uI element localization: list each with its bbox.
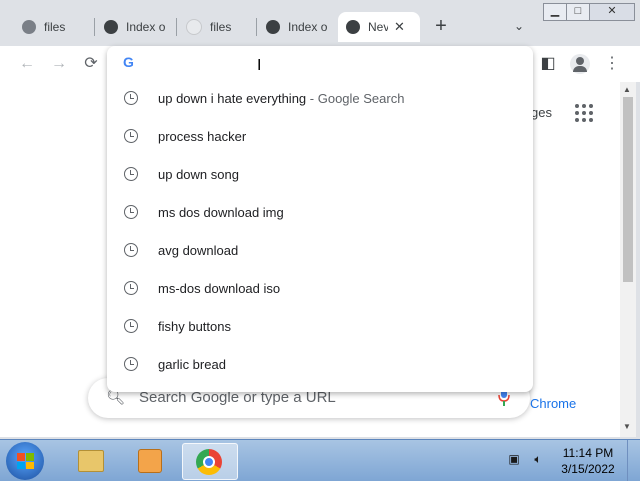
page-scrollbar[interactable]: ▲ ▼ [620,82,636,437]
browser-window: files Index o files Index o Nev ✕ + ⌄ ▁ … [0,0,640,439]
new-tab-button[interactable]: + [431,14,451,38]
history-clock-icon [124,167,138,181]
clock-time[interactable]: 11:14 PM [555,446,621,460]
suggestion-text: ms dos download img [158,205,284,220]
suggestion-text: up down song [158,167,239,182]
back-arrow-icon[interactable]: ← [15,52,39,76]
history-clock-icon [124,91,138,105]
tab-label: Nev [368,20,388,34]
google-g-icon: G [123,54,134,70]
history-clock-icon [124,319,138,333]
suggestion-item[interactable]: ms dos download img [107,194,533,232]
suggestion-text: garlic bread [158,357,226,372]
side-panel-icon[interactable]: ◧ [536,52,560,76]
minimize-button[interactable]: ▁ [543,3,567,21]
tab-label: files [210,20,232,34]
suggestion-text: fishy buttons [158,319,231,334]
suggestion-item[interactable]: up down song [107,156,533,194]
suggestion-item[interactable]: garlic bread [107,346,533,384]
tab-index-2[interactable]: Index o [244,12,332,42]
tab-index-1[interactable]: Index o [82,12,170,42]
customize-label: Chrome [530,396,577,411]
suggestion-item[interactable]: up down i hate everything - Google Searc… [107,80,533,118]
scrollbar-thumb[interactable] [623,97,633,282]
network-icon[interactable]: ▣ [507,452,521,466]
taskbar-media-player[interactable] [122,443,176,478]
tab-strip: files Index o files Index o Nev ✕ + ⌄ ▁ … [0,0,640,46]
omnibox-input[interactable] [152,52,512,74]
tab-label: Index o [288,20,328,34]
chrome-logo-icon [104,20,118,34]
suggestion-item[interactable]: fishy buttons [107,308,533,346]
reload-icon[interactable]: ⟳ [79,52,103,76]
close-window-button[interactable]: ✕ [589,3,635,21]
suggestion-item[interactable]: process hacker [107,118,533,156]
media-player-icon [138,449,162,473]
forward-arrow-icon[interactable]: → [47,52,71,76]
tab-close-icon[interactable]: ✕ [394,19,405,35]
taskbar: ▣ 🔈︎ 11:14 PM 3/15/2022 [0,439,640,481]
history-clock-icon [124,357,138,371]
text-cursor-icon: I [257,57,262,74]
globe-icon [22,20,36,34]
suggestion-item[interactable]: avg download [107,232,533,270]
tab-new-tab[interactable]: Nev ✕ [338,12,420,42]
scroll-up-arrow-icon[interactable]: ▲ [623,85,631,94]
profile-avatar-icon[interactable] [568,52,592,76]
folder-icon [78,450,104,472]
more-menu-icon[interactable]: ⋮ [600,52,624,76]
chrome-logo-icon [266,20,280,34]
history-clock-icon [124,205,138,219]
tab-files-2[interactable]: files [164,12,252,42]
omnibox-dropdown: G I up down i hate everything - Google S… [107,46,533,392]
suggestion-item[interactable]: ms-dos download iso [107,270,533,308]
history-clock-icon [124,129,138,143]
tab-files-1[interactable]: files [0,12,94,42]
show-desktop-button[interactable] [627,440,640,481]
tab-search-chevron-icon[interactable]: ⌄ [510,14,528,38]
suggestion-text: avg download [158,243,239,258]
clock-date[interactable]: 3/15/2022 [555,462,621,476]
chrome-logo-icon [196,449,222,475]
blank-page-icon [186,19,202,35]
images-link-partial[interactable]: ges [531,105,552,120]
history-clock-icon [124,243,138,257]
volume-icon[interactable]: 🔈︎ [531,452,545,466]
maximize-button[interactable]: □ [566,3,590,21]
history-clock-icon [124,281,138,295]
scroll-down-arrow-icon[interactable]: ▼ [623,422,631,431]
windows-logo-icon [17,453,34,469]
start-button[interactable] [6,442,44,480]
apps-grid-icon[interactable] [575,104,593,122]
taskbar-explorer[interactable] [62,443,116,478]
suggestion-text: up down i hate everything - Google Searc… [158,91,405,106]
suggestion-text: ms-dos download iso [158,281,281,296]
chrome-logo-icon [346,20,360,34]
taskbar-chrome[interactable] [182,443,238,480]
customize-chrome-link[interactable]: Chrome [530,396,576,411]
tab-label: Index o [126,20,166,34]
tab-label: files [44,20,66,34]
suggestion-text: process hacker [158,129,247,144]
